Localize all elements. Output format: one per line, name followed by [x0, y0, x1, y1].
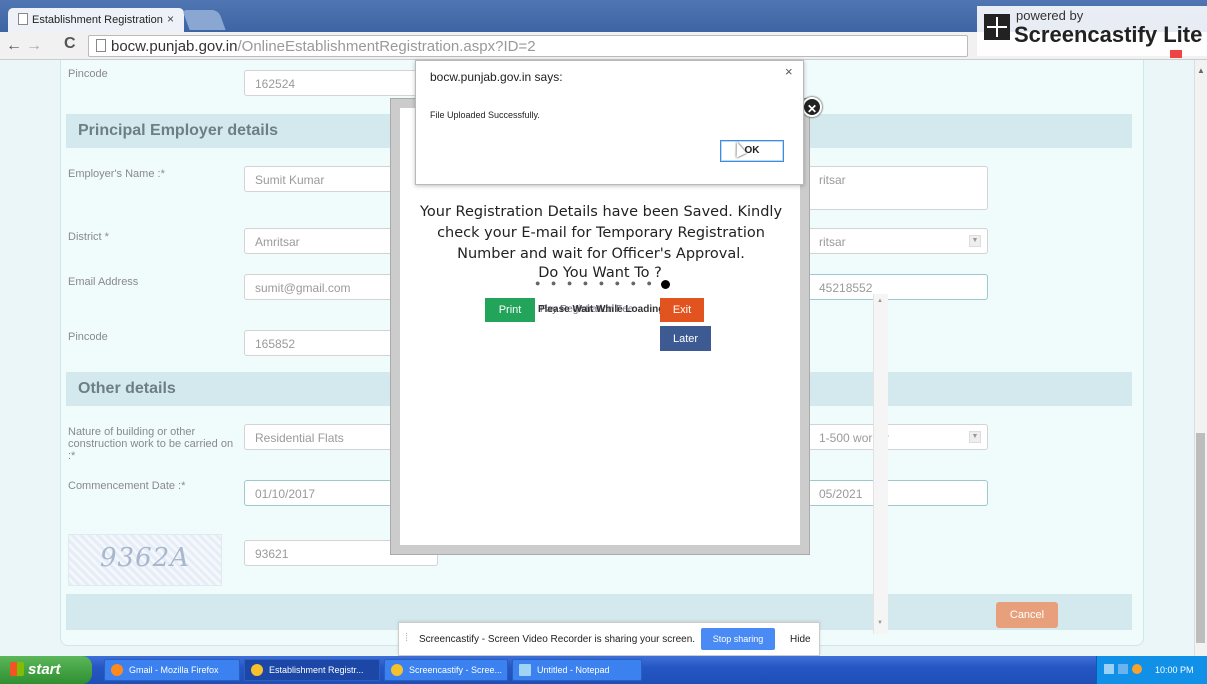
pincode-label: Pincode [68, 68, 108, 80]
employer-name-label: Employer's Name :* [68, 168, 165, 180]
taskbar-item-label: Gmail - Mozilla Firefox [129, 665, 219, 675]
captcha-image: 9362A [68, 534, 222, 586]
taskbar-item-gmail[interactable]: Gmail - Mozilla Firefox [104, 659, 240, 681]
commencement-date-label: Commencement Date :* [68, 480, 186, 492]
network-icon[interactable] [1104, 664, 1114, 674]
loading-indicator: ● ● ● ● ● ● ● ● ● [535, 278, 672, 288]
notepad-icon [519, 664, 531, 676]
page-icon [18, 13, 28, 25]
chevron-down-icon: ▼ [969, 235, 981, 247]
taskbar-item-label: Screencastify - Scree... [409, 665, 503, 675]
completion-date-input[interactable]: 05/2021 [808, 480, 988, 506]
powered-by-text: powered by [1016, 8, 1084, 23]
drag-handle-icon[interactable]: ⁞ [405, 632, 408, 644]
scroll-down-icon[interactable]: ▼ [877, 620, 883, 626]
nature-of-work-label: Nature of building or other construction… [68, 426, 234, 462]
alert-message: File Uploaded Successfully. [430, 110, 540, 120]
windows-logo-icon [10, 662, 24, 676]
later-button[interactable]: Later [660, 326, 711, 351]
taskbar-item-label: Untitled - Notepad [537, 665, 610, 675]
exit-button[interactable]: Exit [660, 298, 704, 322]
right-district-value: ritsar [819, 235, 846, 249]
new-tab-button[interactable] [182, 10, 226, 30]
volume-icon[interactable] [1118, 664, 1128, 674]
taskbar-item-establishment[interactable]: Establishment Registr... [244, 659, 380, 681]
loading-dot [661, 280, 670, 289]
cancel-button[interactable]: Cancel [996, 602, 1058, 628]
chevron-down-icon: ▼ [969, 431, 981, 443]
url-input[interactable]: bocw.punjab.gov.in/OnlineEstablishmentRe… [88, 35, 968, 57]
email-label: Email Address [68, 276, 139, 288]
scrollbar-thumb[interactable] [1196, 433, 1205, 643]
tab-close-icon[interactable]: × [167, 12, 174, 26]
ok-button[interactable]: OK [720, 140, 784, 162]
forward-arrow-icon[interactable]: → [26, 37, 42, 55]
alert-title: bocw.punjab.gov.in says: [430, 70, 563, 84]
page-icon [96, 39, 106, 52]
chrome-icon [251, 664, 263, 676]
taskbar-item-label: Establishment Registr... [269, 665, 364, 675]
close-window-icon[interactable] [1170, 50, 1182, 58]
screencastify-logo-icon [984, 14, 1010, 40]
pincode2-label: Pincode [68, 331, 108, 343]
tab-title: Establishment Registration [32, 14, 163, 26]
chrome-icon [391, 664, 403, 676]
screen-share-text: Screencastify - Screen Video Recorder is… [419, 634, 696, 645]
taskbar-item-notepad[interactable]: Untitled - Notepad [512, 659, 642, 681]
district-value: Amritsar [255, 235, 300, 249]
chrome-tray-icon[interactable] [1132, 664, 1142, 674]
district-label: District * [68, 231, 109, 243]
back-arrow-icon[interactable]: ← [6, 37, 22, 55]
modal-close-icon[interactable]: ✕ [802, 97, 822, 117]
taskbar-item-screencastify[interactable]: Screencastify - Scree... [384, 659, 508, 681]
reload-icon[interactable]: C [64, 35, 76, 53]
hide-button[interactable]: Hide [790, 634, 811, 645]
url-path: /OnlineEstablishmentRegistration.aspx?ID… [237, 38, 536, 55]
print-button[interactable]: Print [485, 298, 535, 322]
stop-sharing-button[interactable]: Stop sharing [701, 628, 775, 650]
url-domain: bocw.punjab.gov.in [111, 38, 238, 55]
pincode-input[interactable]: 162524 [244, 70, 424, 96]
alert-close-icon[interactable]: × [785, 64, 793, 79]
firefox-icon [111, 664, 123, 676]
screencastify-name: Screencastify Lite [1014, 22, 1203, 47]
right-district-select[interactable]: ritsar ▼ [808, 228, 988, 254]
nature-of-work-value: Residential Flats [255, 431, 344, 445]
registration-saved-message: Your Registration Details have been Save… [419, 204, 783, 262]
loading-text: Please Wait While Loading... [538, 304, 673, 315]
inner-scrollbar[interactable] [873, 294, 888, 634]
mobile-input[interactable]: 45218552 [808, 274, 988, 300]
scroll-up-icon[interactable]: ▲ [877, 298, 883, 304]
browser-tab[interactable]: Establishment Registration × [8, 8, 184, 32]
clock: 10:00 PM [1155, 665, 1194, 675]
scroll-up-icon[interactable]: ▲ [1197, 66, 1205, 75]
workers-select[interactable]: 1-500 worker ▼ [808, 424, 988, 450]
address-textarea[interactable]: ritsar [808, 166, 988, 210]
